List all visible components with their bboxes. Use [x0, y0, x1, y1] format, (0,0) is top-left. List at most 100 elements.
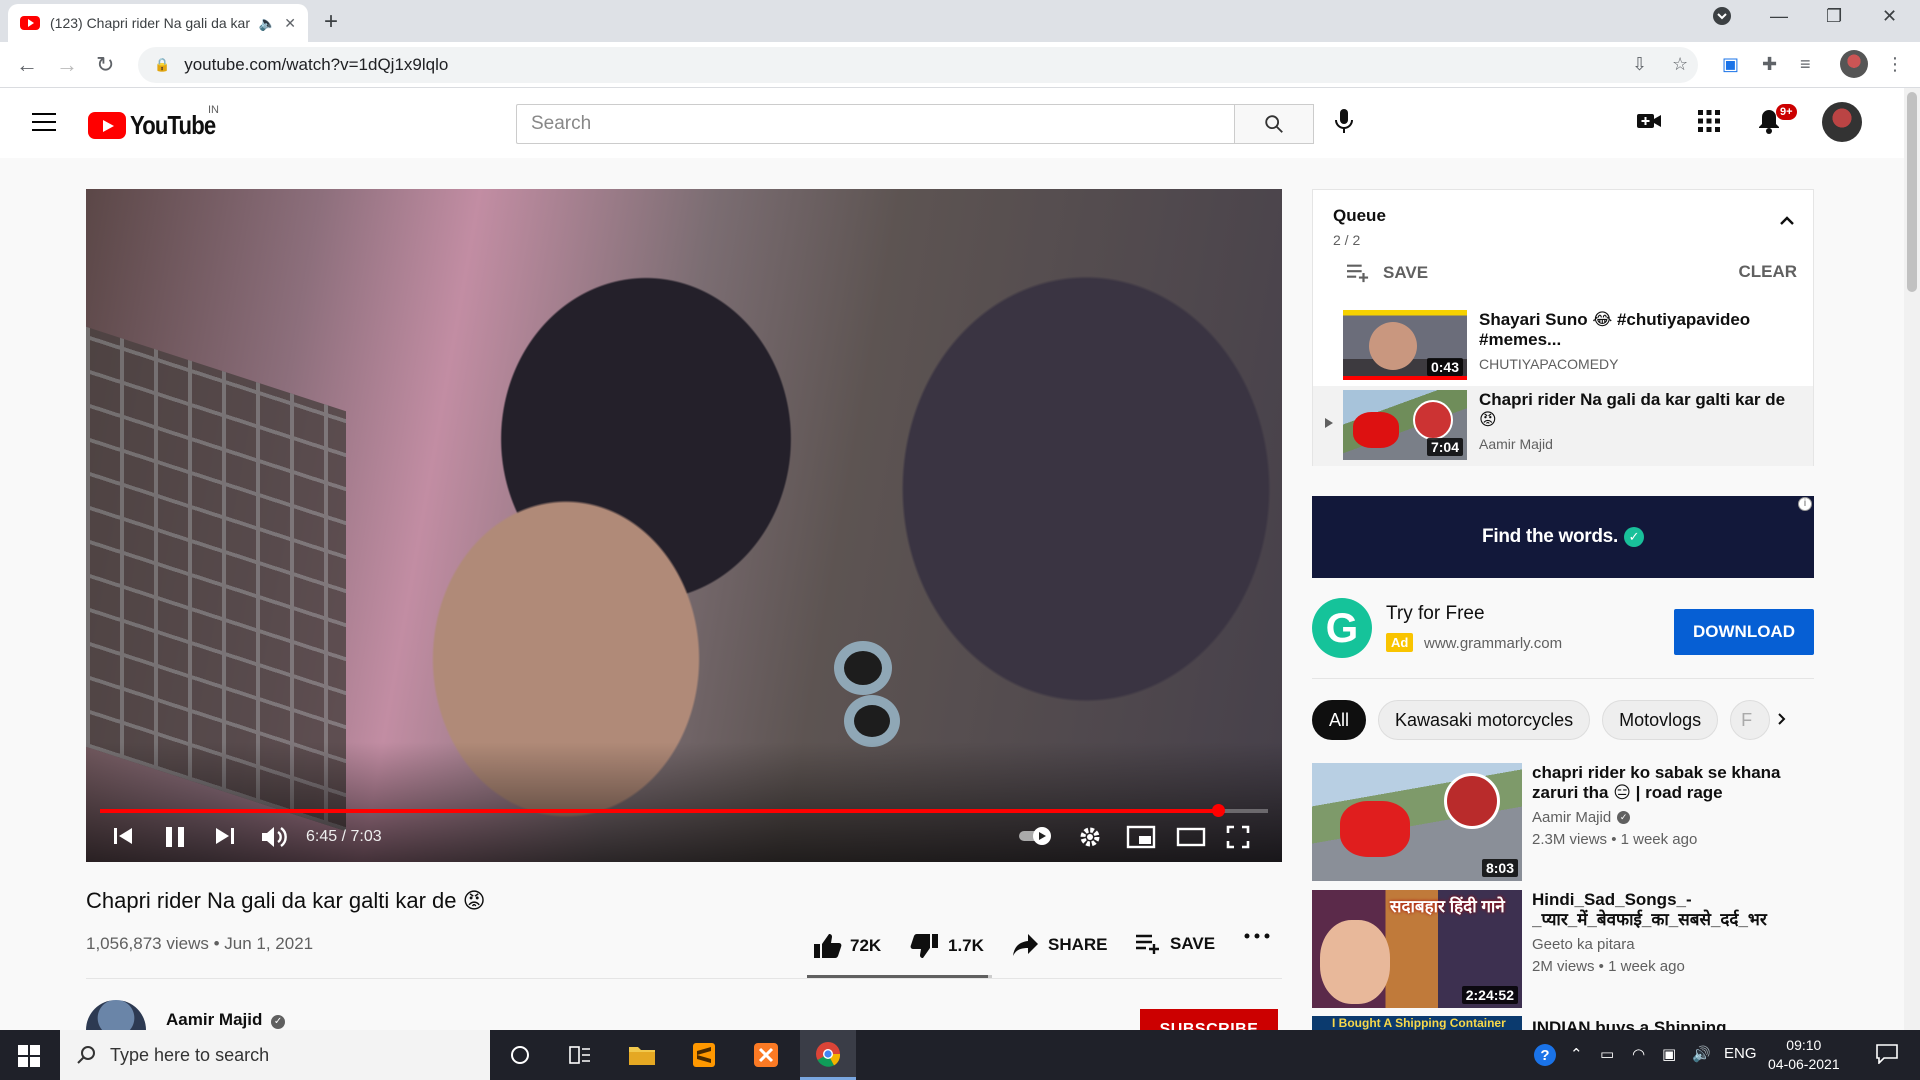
pause-button[interactable]	[164, 825, 186, 849]
speaker-icon[interactable]: 🔈	[259, 15, 276, 32]
new-tab-icon[interactable]: +	[324, 8, 338, 36]
save-label: SAVE	[1170, 934, 1216, 953]
queue-item-channel: Aamir Majid	[1479, 436, 1553, 452]
page-scrollbar[interactable]	[1904, 88, 1920, 1030]
tray-chevron-up-icon[interactable]: ⌃	[1570, 1045, 1583, 1063]
recommended-channel: Aamir Majid ✓	[1532, 809, 1631, 826]
bookmark-star-icon[interactable]: ☆	[1672, 54, 1688, 75]
dislike-button[interactable]: 1.7K	[910, 932, 984, 960]
more-actions-button[interactable]	[1244, 932, 1278, 940]
chrome-menu-icon[interactable]: ⋮	[1886, 54, 1904, 75]
taskbar-search-input[interactable]: Type here to search	[60, 1030, 490, 1080]
chip-kawasaki-motorcycles[interactable]: Kawasaki motorcycles	[1378, 700, 1591, 740]
queue-item-now-playing[interactable]: 7:04 Chapri rider Na gali da kar galti k…	[1313, 386, 1813, 466]
extension-app-icon[interactable]: ▣	[1722, 54, 1739, 75]
mute-button[interactable]	[260, 825, 288, 849]
install-icon[interactable]: ⇩	[1632, 54, 1647, 75]
chrome-profile-avatar[interactable]	[1840, 50, 1868, 78]
microphone-icon	[1335, 109, 1353, 133]
chips-next-button[interactable]	[1776, 710, 1788, 728]
minimize-icon[interactable]: —	[1770, 6, 1788, 27]
sublime-text-icon[interactable]	[676, 1030, 732, 1080]
chrome-taskbar-icon[interactable]	[800, 1030, 856, 1080]
url-field[interactable]: 🔒 youtube.com/watch?v=1dQj1x9lqlo	[138, 47, 1698, 83]
progress-scrubber[interactable]	[1211, 804, 1225, 817]
display-icon[interactable]: ▣	[1662, 1045, 1676, 1063]
speaker-volume-icon[interactable]: 🔊	[1692, 1045, 1711, 1063]
save-button[interactable]: SAVE	[1134, 932, 1215, 956]
notification-center-icon[interactable]	[1876, 1044, 1898, 1064]
video-player[interactable]: 6:45 / 7:03	[86, 189, 1282, 862]
thumbnail-face	[1320, 920, 1390, 1004]
chip-all[interactable]: All	[1312, 700, 1367, 740]
media-queue-icon[interactable]: ≡	[1800, 54, 1811, 75]
recommended-channel-text: Aamir Majid	[1532, 809, 1612, 826]
previous-button[interactable]	[112, 825, 134, 847]
menu-icon[interactable]	[32, 113, 56, 131]
theater-mode-button[interactable]	[1176, 825, 1206, 849]
fullscreen-button[interactable]	[1226, 825, 1250, 849]
task-view-icon[interactable]	[552, 1030, 608, 1080]
battery-icon[interactable]: ▭	[1600, 1045, 1614, 1063]
like-count: 72K	[850, 936, 882, 955]
xampp-icon[interactable]	[738, 1030, 794, 1080]
language-indicator[interactable]: ENG	[1724, 1045, 1757, 1062]
recommended-title: chapri rider ko sabak se khana zaruri th…	[1532, 763, 1781, 802]
share-button[interactable]: SHARE	[1012, 932, 1108, 958]
ad-banner[interactable]: Find the words. ✓	[1312, 496, 1814, 578]
system-clock[interactable]: 09:10 04-06-2021	[1768, 1036, 1840, 1074]
chip-motovlogs[interactable]: Motovlogs	[1602, 700, 1719, 740]
clock-time: 09:10	[1786, 1037, 1822, 1053]
recommended-video[interactable]: सदाबहार हिंदी गाने 2:24:52 Hindi_Sad_Son…	[1312, 890, 1814, 1010]
collapse-queue-icon[interactable]	[1779, 216, 1795, 226]
help-icon[interactable]: ?	[1532, 1042, 1558, 1068]
autoplay-toggle[interactable]	[1018, 825, 1054, 847]
cortana-icon[interactable]	[492, 1030, 548, 1080]
search-input[interactable]: Search	[516, 104, 1234, 144]
ad-download-button[interactable]: DOWNLOAD	[1674, 609, 1814, 655]
chip-partial[interactable]: F	[1730, 700, 1771, 740]
queue-clear-button[interactable]: CLEAR	[1738, 262, 1797, 282]
back-icon[interactable]: ←	[16, 52, 38, 78]
close-window-icon[interactable]: ✕	[1882, 6, 1897, 27]
wifi-icon[interactable]: ◠	[1632, 1045, 1645, 1063]
settings-button[interactable]	[1078, 825, 1102, 849]
file-explorer-icon[interactable]	[614, 1030, 670, 1080]
ad-headline[interactable]: Try for Free	[1386, 603, 1485, 625]
tab-search-icon[interactable]	[1712, 6, 1732, 26]
youtube-logo[interactable]: YouTube IN	[88, 104, 230, 141]
thumbnail-rider	[1340, 801, 1410, 857]
scrollbar-thumb[interactable]	[1907, 92, 1917, 292]
thumbs-down-icon	[910, 934, 938, 958]
grammarly-logo[interactable]: G	[1312, 598, 1372, 658]
apps-grid-icon[interactable]	[1698, 110, 1720, 132]
like-button[interactable]: 72K	[812, 932, 881, 960]
windows-start-icon[interactable]	[18, 1045, 40, 1067]
create-video-icon[interactable]	[1636, 110, 1662, 132]
miniplayer-icon	[1126, 825, 1156, 849]
lock-icon: 🔒	[154, 57, 171, 72]
next-button[interactable]	[214, 825, 236, 847]
account-avatar[interactable]	[1822, 102, 1862, 142]
ad-info-icon[interactable]: i	[1798, 497, 1812, 511]
logo-text: YouTube	[130, 110, 216, 140]
progress-bar[interactable]	[100, 804, 1268, 817]
miniplayer-button[interactable]	[1126, 825, 1156, 849]
recommended-video[interactable]: 8:03 chapri rider ko sabak se khana zaru…	[1312, 763, 1814, 883]
channel-name[interactable]: Aamir Majid ✓	[166, 1010, 286, 1030]
close-tab-icon[interactable]: ✕	[284, 15, 296, 32]
reload-icon[interactable]: ↻	[96, 52, 114, 78]
queue-item-title: Chapri rider Na gali da kar galti kar de…	[1479, 390, 1786, 429]
search-button[interactable]	[1234, 104, 1314, 144]
voice-search-button[interactable]	[1332, 106, 1356, 136]
channel-name-text: Aamir Majid	[166, 1010, 263, 1029]
forward-icon[interactable]: →	[56, 52, 78, 78]
browser-tab[interactable]: (123) Chapri rider Na gali da kar galti …	[8, 4, 308, 42]
maximize-icon[interactable]: ❐	[1826, 6, 1842, 27]
puzzle-extensions-icon[interactable]: ✚	[1762, 54, 1777, 75]
queue-item[interactable]: 0:43 Shayari Suno 😂 #chutiyapavideo #mem…	[1313, 306, 1813, 386]
queue-save-button[interactable]: SAVE	[1345, 262, 1428, 284]
recommended-video[interactable]: I Bought A Shipping Container INDIAN buy…	[1312, 1016, 1814, 1030]
youtube-favicon-icon	[20, 16, 40, 30]
progress-played	[100, 809, 1218, 813]
